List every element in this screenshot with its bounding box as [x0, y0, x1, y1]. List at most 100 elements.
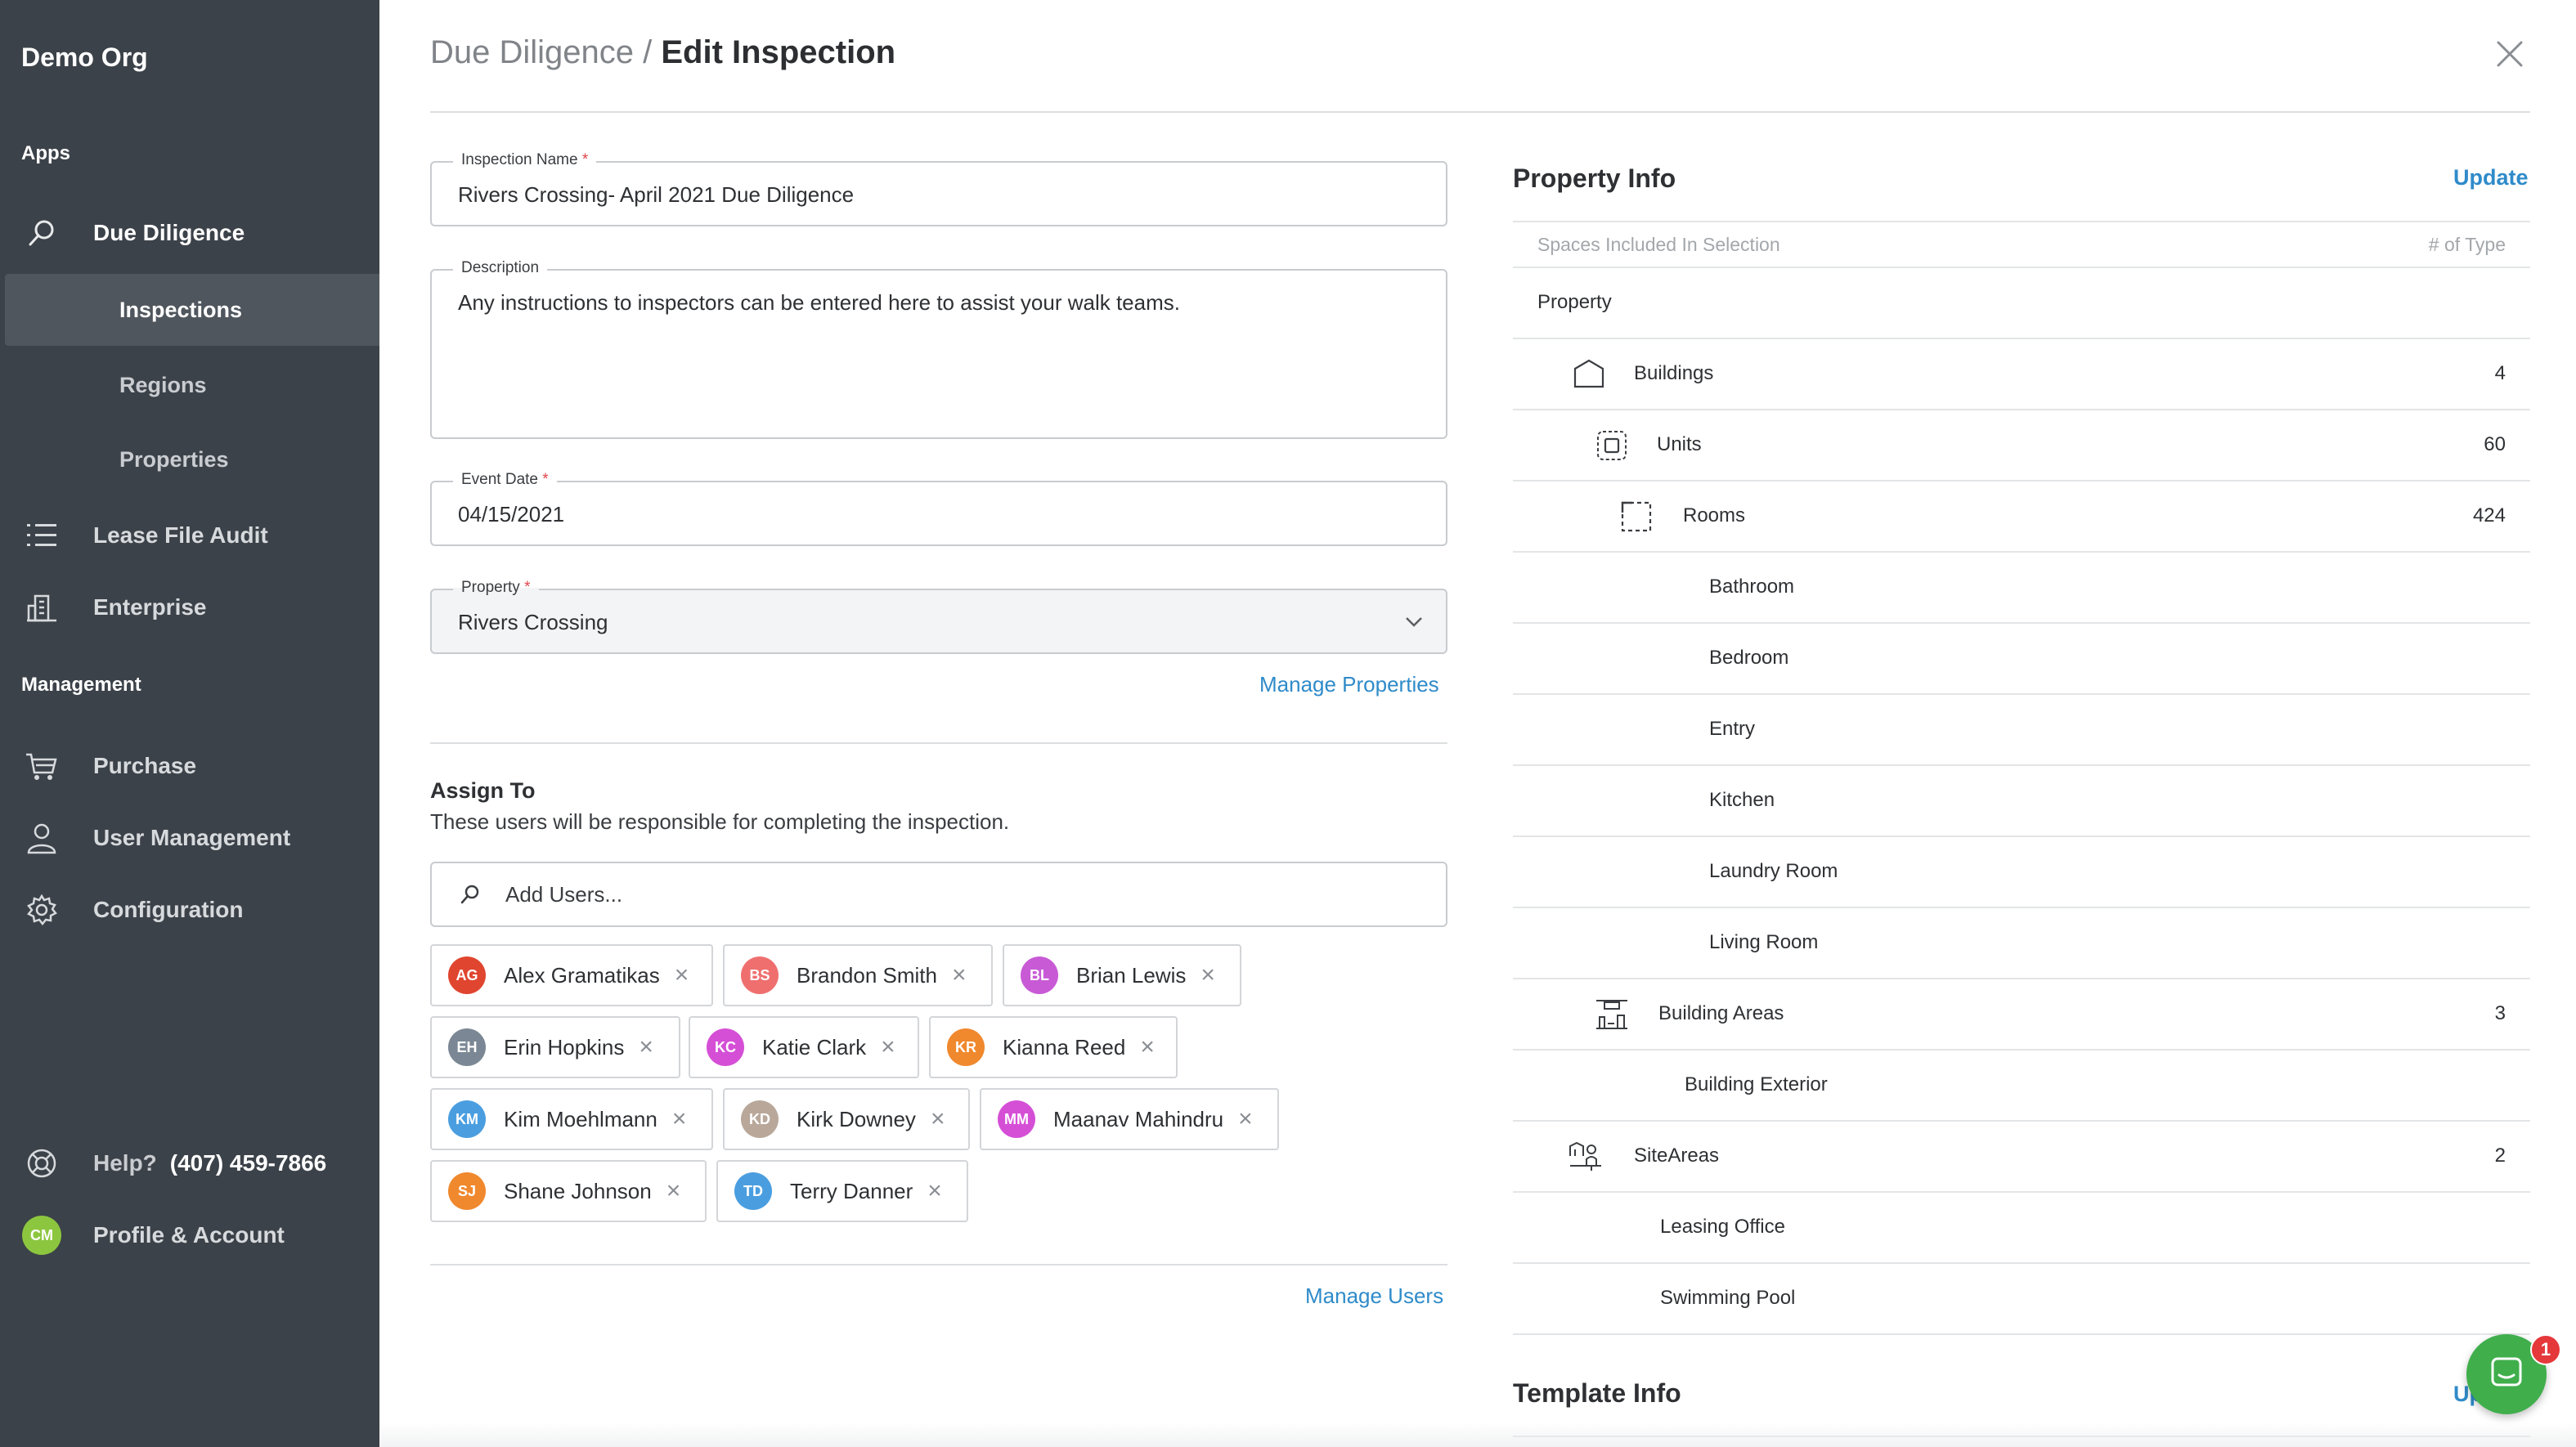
nav-properties[interactable]: Properties — [119, 447, 229, 473]
space-row-property: Property — [1513, 268, 2530, 339]
avatar: CM — [22, 1216, 61, 1255]
space-label: Entry — [1709, 718, 1756, 740]
user-name: Brandon Smith — [797, 962, 937, 988]
space-label: Rooms — [1683, 504, 1746, 526]
remove-user-icon[interactable]: × — [1238, 1105, 1253, 1133]
user-chip: TD Terry Danner × — [716, 1160, 968, 1222]
assign-to-title: Assign To — [430, 778, 536, 803]
property-select[interactable]: Property * Rivers Crossing — [430, 579, 1447, 654]
help-phone[interactable]: (407) 459-7866 — [170, 1150, 326, 1176]
template-info-title: Template Info — [1513, 1378, 1681, 1408]
space-row-units: Units 60 — [1513, 410, 2530, 482]
manage-properties-link[interactable]: Manage Properties — [1259, 672, 1439, 697]
sidebar: Demo Org Apps Due Diligence Inspections … — [0, 0, 379, 1447]
manage-users-link[interactable]: Manage Users — [1305, 1283, 1443, 1309]
gear-icon — [21, 889, 62, 930]
org-name[interactable]: Demo Org — [21, 43, 148, 73]
user-name: Shane Johnson — [504, 1178, 652, 1203]
breadcrumb: Due Diligence / Edit Inspection — [430, 34, 895, 71]
user-chip: BS Brandon Smith × — [723, 944, 993, 1006]
user-chip: MM Maanav Mahindru × — [980, 1088, 1279, 1150]
building-outline-icon — [1570, 356, 1608, 393]
space-count: 2 — [2494, 1145, 2506, 1167]
nav-purchase[interactable]: Purchase — [0, 746, 379, 786]
avatar: KC — [707, 1028, 744, 1066]
avatar: MM — [998, 1100, 1035, 1138]
inspection-name-value: Rivers Crossing- April 2021 Due Diligenc… — [458, 182, 855, 207]
remove-user-icon[interactable]: × — [881, 1033, 895, 1061]
building-areas-icon — [1593, 996, 1631, 1033]
remove-user-icon[interactable]: × — [666, 1177, 681, 1205]
remove-user-icon[interactable]: × — [931, 1105, 945, 1133]
apps-section-label: Apps — [21, 142, 70, 164]
user-chip: KM Kim Moehlmann × — [430, 1088, 713, 1150]
space-row-swimming-pool: Swimming Pool — [1513, 1264, 2530, 1335]
space-label: Living Room — [1709, 931, 1819, 953]
avatar: SJ — [448, 1172, 486, 1210]
inspection-name-field[interactable]: Inspection Name * Rivers Crossing- April… — [430, 151, 1447, 226]
profile-account-link[interactable]: CM Profile & Account — [0, 1215, 379, 1256]
user-chip: KC Katie Clark × — [689, 1016, 919, 1078]
remove-user-icon[interactable]: × — [672, 1105, 687, 1133]
help-link[interactable]: Help? (407) 459-7866 — [0, 1143, 379, 1184]
section-divider — [430, 742, 1447, 744]
search-placeholder: Add Users... — [505, 881, 623, 907]
event-date-field[interactable]: Event Date * 04/15/2021 — [430, 471, 1447, 546]
remove-user-icon[interactable]: × — [1140, 1033, 1155, 1061]
nav-configuration[interactable]: Configuration — [0, 889, 379, 930]
property-info-update-button[interactable]: Update — [2453, 165, 2529, 190]
cart-icon — [21, 746, 62, 786]
user-chip: AG Alex Gramatikas × — [430, 944, 713, 1006]
nav-inspections[interactable]: Inspections — [119, 298, 242, 323]
user-name: Terry Danner — [790, 1178, 913, 1203]
space-label: SiteAreas — [1634, 1145, 1720, 1167]
avatar: EH — [448, 1028, 486, 1066]
field-label: Property * — [453, 579, 539, 597]
remove-user-icon[interactable]: × — [927, 1177, 942, 1205]
user-chip: BL Brian Lewis × — [1003, 944, 1241, 1006]
nav-regions[interactable]: Regions — [119, 373, 207, 398]
nav-due-diligence[interactable]: Due Diligence — [0, 213, 379, 253]
add-users-search[interactable]: Add Users... — [430, 862, 1447, 927]
user-chip: KR Kianna Reed × — [929, 1016, 1178, 1078]
space-row-kitchen: Kitchen — [1513, 766, 2530, 837]
space-count: 3 — [2494, 1002, 2506, 1024]
remove-user-icon[interactable]: × — [675, 961, 689, 989]
help-label: Help? — [93, 1150, 157, 1176]
space-label: Swimming Pool — [1660, 1287, 1796, 1309]
space-row-site-areas: SiteAreas 2 — [1513, 1122, 2530, 1193]
space-row-laundry-room: Laundry Room — [1513, 837, 2530, 908]
close-icon[interactable] — [2491, 36, 2529, 74]
field-label: Event Date * — [453, 471, 557, 489]
user-name: Maanav Mahindru — [1053, 1106, 1224, 1131]
nav-label: Lease File Audit — [93, 522, 268, 548]
column-header-spaces: Spaces Included In Selection — [1537, 234, 1780, 255]
space-row-building-exterior: Building Exterior — [1513, 1051, 2530, 1122]
user-name: Kim Moehlmann — [504, 1106, 657, 1131]
user-chip: KD Kirk Downey × — [723, 1088, 970, 1150]
field-label: Inspection Name * — [453, 151, 597, 169]
remove-user-icon[interactable]: × — [639, 1033, 653, 1061]
space-row-buildings: Buildings 4 — [1513, 339, 2530, 410]
breadcrumb-parent[interactable]: Due Diligence — [430, 34, 634, 70]
nav-enterprise[interactable]: Enterprise — [0, 587, 379, 628]
space-label: Kitchen — [1709, 789, 1775, 811]
space-label: Bedroom — [1709, 647, 1789, 669]
chat-icon — [2488, 1354, 2525, 1395]
nav-lease-file-audit[interactable]: Lease File Audit — [0, 515, 379, 556]
assign-to-subtitle: These users will be responsible for comp… — [430, 809, 1010, 834]
event-date-value: 04/15/2021 — [458, 502, 565, 526]
avatar: KR — [947, 1028, 985, 1066]
description-field[interactable]: Description Any instructions to inspecto… — [430, 259, 1447, 439]
user-icon — [21, 818, 62, 858]
space-row-bedroom: Bedroom — [1513, 624, 2530, 695]
remove-user-icon[interactable]: × — [952, 961, 967, 989]
management-section-label: Management — [21, 674, 141, 696]
remove-user-icon[interactable]: × — [1200, 961, 1215, 989]
search-icon — [21, 213, 62, 253]
nav-user-management[interactable]: User Management — [0, 818, 379, 858]
space-row-building-areas: Building Areas 3 — [1513, 979, 2530, 1051]
section-divider — [430, 1264, 1447, 1266]
user-name: Erin Hopkins — [504, 1034, 625, 1059]
unit-icon — [1593, 427, 1631, 464]
